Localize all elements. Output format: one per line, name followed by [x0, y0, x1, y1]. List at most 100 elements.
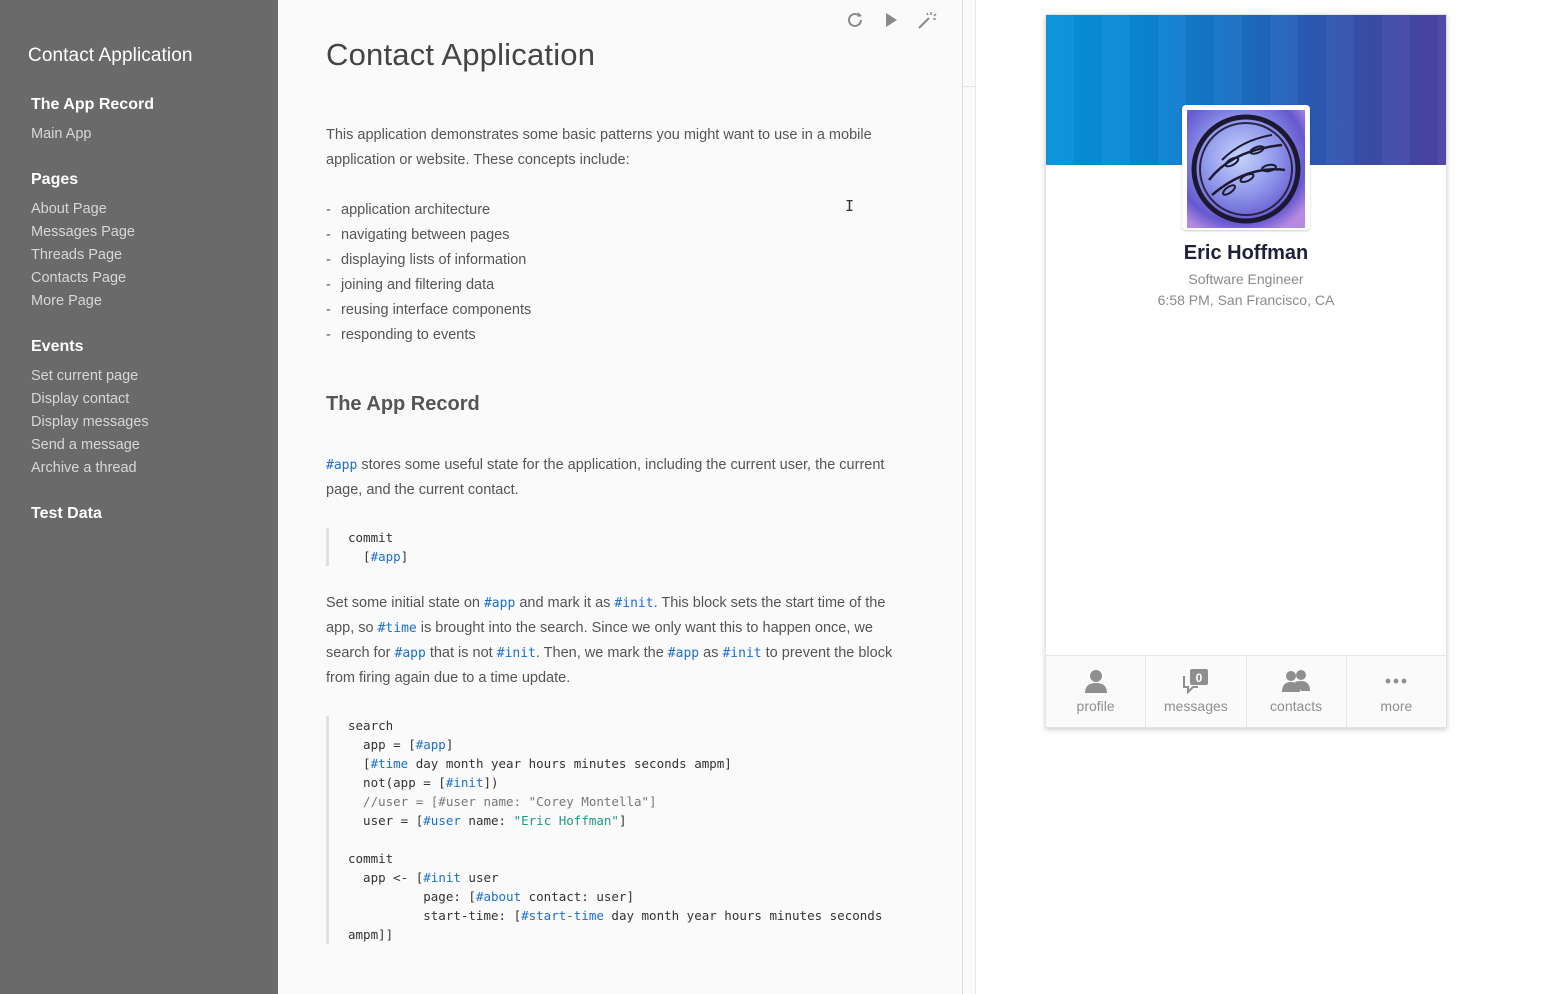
pane-splitter[interactable] — [962, 0, 963, 994]
concept-item: - responding to events — [326, 327, 476, 343]
magic-wand-button[interactable] — [916, 9, 938, 31]
refresh-button[interactable] — [844, 9, 866, 31]
code-text: [ — [348, 756, 371, 771]
init-text: and mark it as — [515, 595, 615, 611]
tag-link-app[interactable]: #app — [668, 646, 699, 661]
sidebar-section-pages[interactable]: Pages — [31, 171, 78, 189]
init-text: as — [699, 645, 723, 661]
tab-label: more — [1380, 698, 1413, 714]
tag-link-init[interactable]: #init — [722, 646, 761, 661]
contact-location: 6:58 PM, San Francisco, CA — [1157, 292, 1335, 308]
code-text: [ — [348, 549, 371, 564]
code-text: ] — [400, 549, 409, 564]
app-paragraph: #app stores some useful state for the ap… — [326, 453, 906, 503]
messages-icon: 0 — [1182, 669, 1208, 694]
concept-text: joining and filtering data — [341, 277, 495, 293]
concept-item: - application architecture — [326, 202, 491, 218]
code-text: start-time: [ — [348, 908, 522, 923]
contact-name: Eric Hoffman — [1183, 242, 1309, 264]
code-tag: #user — [423, 813, 461, 828]
code-text: day month year hours minutes seconds amp… — [408, 756, 732, 771]
messages-badge: 0 — [1196, 671, 1203, 685]
concept-item: - joining and filtering data — [326, 277, 495, 293]
sidebar-item-send-a-message[interactable]: Send a message — [31, 437, 140, 453]
code-text: day month year hours minutes seconds — [603, 908, 883, 923]
init-text: Set some initial state on — [326, 595, 484, 611]
code-tag: #app — [370, 549, 401, 564]
init-text: that is not — [425, 645, 497, 661]
sidebar-item-main-app[interactable]: Main App — [31, 126, 91, 142]
sidebar-item-archive-a-thread[interactable]: Archive a thread — [31, 460, 137, 476]
intro-paragraph: This application demonstrates some basic… — [326, 127, 872, 168]
code-text: contact: user] — [521, 889, 634, 904]
code-text: user — [460, 870, 499, 885]
tab-label: contacts — [1270, 698, 1323, 714]
sidebar-item-display-messages[interactable]: Display messages — [31, 414, 149, 430]
concept-text: reusing interface components — [341, 302, 532, 318]
sidebar-item-display-contact[interactable]: Display contact — [31, 391, 129, 407]
code-line: commit — [348, 530, 394, 545]
app-paragraph-text: stores some useful state for the applica… — [326, 457, 885, 498]
code-text: ]) — [483, 775, 499, 790]
sidebar-item-contacts-page[interactable]: Contacts Page — [31, 270, 126, 286]
sidebar-section-app-record[interactable]: The App Record — [31, 96, 154, 114]
code-string: "Eric Hoffman" — [513, 813, 619, 828]
avatar[interactable] — [1182, 105, 1310, 230]
code-text: ] — [445, 737, 454, 752]
more-icon — [1385, 678, 1407, 684]
app-tag-link[interactable]: #app — [326, 458, 357, 473]
code-tag: #time — [370, 756, 409, 771]
sidebar-section-test-data[interactable]: Test Data — [31, 505, 102, 523]
splitter-tick — [963, 86, 975, 87]
play-icon — [886, 13, 897, 27]
init-paragraph: Set some initial state on #app and mark … — [326, 591, 906, 691]
run-button[interactable] — [880, 9, 902, 31]
code-keyword: commit — [348, 851, 394, 866]
code-tag: #app — [415, 737, 446, 752]
sidebar-item-more-page[interactable]: More Page — [31, 293, 102, 309]
section-heading-app-record: The App Record — [326, 393, 480, 415]
code-block-commit[interactable]: commit [#app] — [326, 528, 886, 566]
code-text: page: [ — [348, 889, 476, 904]
code-text: ampm]] — [348, 927, 394, 942]
sidebar-app-title[interactable]: Contact Application — [28, 45, 193, 67]
tab-messages[interactable]: 0 messages — [1145, 656, 1245, 727]
bottom-tab-bar: profile 0 messages contacts more — [1046, 655, 1446, 727]
code-comment: //user = [#user name: "Corey Montella"] — [348, 794, 657, 809]
tag-link-time[interactable]: #time — [378, 621, 417, 636]
concept-text: navigating between pages — [341, 227, 510, 243]
init-text: . Then, we mark the — [535, 645, 668, 661]
sidebar-item-about-page[interactable]: About Page — [31, 201, 107, 217]
sidebar-section-events[interactable]: Events — [31, 338, 83, 356]
code-text: app <- [ — [348, 870, 424, 885]
document-title: Contact Application — [326, 37, 596, 72]
tab-label: profile — [1076, 698, 1115, 714]
code-keyword: search — [348, 718, 394, 733]
concept-text: displaying lists of information — [341, 252, 527, 268]
sidebar-item-set-current-page[interactable]: Set current page — [31, 368, 138, 384]
tab-profile[interactable]: profile — [1046, 656, 1145, 727]
tag-link-app[interactable]: #app — [395, 646, 426, 661]
code-tag: #init — [445, 775, 484, 790]
contact-role: Software Engineer — [1188, 271, 1304, 287]
code-text: not(app = [ — [348, 775, 446, 790]
code-block-search[interactable]: search app = [#app] [#time day month yea… — [326, 716, 886, 944]
tab-more[interactable]: more — [1345, 656, 1446, 727]
concept-text: application architecture — [341, 202, 491, 218]
sidebar-item-messages-page[interactable]: Messages Page — [31, 224, 135, 240]
code-text: name: — [460, 813, 514, 828]
text-cursor-icon: I — [845, 197, 855, 215]
tag-link-init[interactable]: #init — [497, 646, 536, 661]
sidebar-item-threads-page[interactable]: Threads Page — [31, 247, 122, 263]
code-tag: #about — [475, 889, 522, 904]
code-tag: #init — [423, 870, 461, 885]
concept-text: responding to events — [341, 327, 476, 343]
avatar-image-icon — [1187, 110, 1305, 228]
magic-wand-icon — [918, 12, 937, 29]
tag-link-init[interactable]: #init — [614, 596, 653, 611]
app-preview-card: Eric Hoffman Software Engineer 6:58 PM, … — [1045, 14, 1447, 728]
tab-contacts[interactable]: contacts — [1245, 656, 1346, 727]
refresh-icon — [848, 12, 862, 27]
contacts-icon — [1282, 670, 1311, 692]
tag-link-app[interactable]: #app — [484, 596, 515, 611]
